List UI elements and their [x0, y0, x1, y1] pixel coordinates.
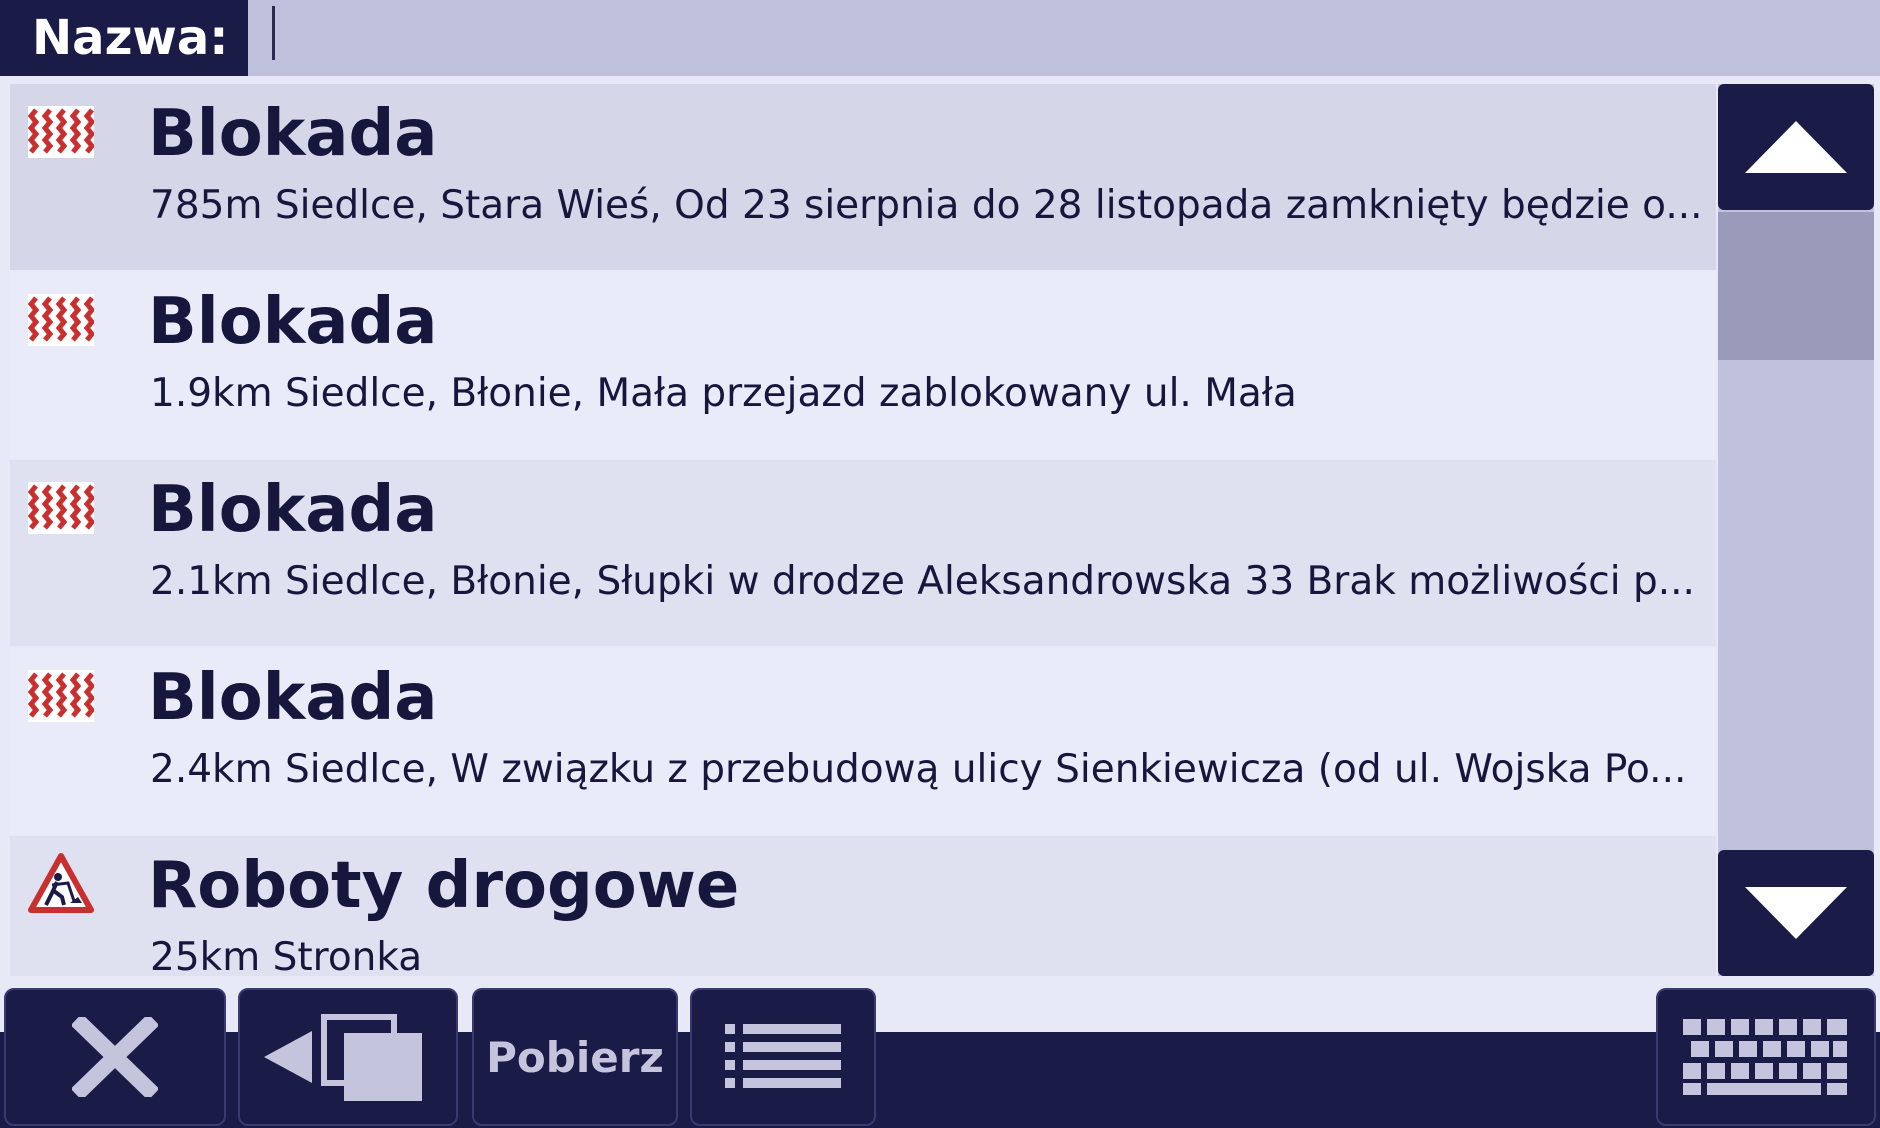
- item-title: Roboty drogowe: [148, 849, 740, 923]
- item-description: 785m Siedlce, Stara Wieś, Od 23 sierpnia…: [150, 183, 1703, 228]
- download-button[interactable]: Pobierz: [472, 988, 678, 1126]
- item-description: 1.9km Siedlce, Błonie, Mała przejazd zab…: [150, 371, 1297, 416]
- scroll-up-button[interactable]: [1718, 84, 1874, 210]
- triangle-down-icon: [1745, 887, 1847, 939]
- roadworks-icon: [28, 853, 94, 913]
- triangle-up-icon: [1745, 121, 1847, 173]
- name-label: Nazwa:: [0, 0, 248, 76]
- name-search-bar: Nazwa:: [0, 0, 1880, 76]
- item-title: Blokada: [148, 661, 438, 735]
- road-block-icon: [28, 294, 94, 346]
- scroll-down-button[interactable]: [1718, 850, 1874, 976]
- road-block-icon: [28, 106, 94, 158]
- list-icon: [725, 1024, 841, 1088]
- item-title: Blokada: [148, 473, 438, 547]
- traffic-event-list: Blokada 785m Siedlce, Stara Wieś, Od 23 …: [10, 84, 1716, 976]
- item-description: 2.1km Siedlce, Błonie, Słupki w drodze A…: [150, 559, 1695, 604]
- keyboard-button[interactable]: [1656, 988, 1876, 1126]
- item-description: 25km Stronka: [150, 935, 423, 976]
- back-windows-icon: [264, 1014, 422, 1101]
- list-item[interactable]: Blokada 2.1km Siedlce, Błonie, Słupki w …: [10, 460, 1716, 646]
- download-button-label: Pobierz: [486, 1032, 664, 1082]
- list-item[interactable]: Blokada 2.4km Siedlce, W związku z przeb…: [10, 648, 1716, 834]
- road-block-icon: [28, 670, 94, 722]
- item-title: Blokada: [148, 97, 438, 171]
- item-title: Blokada: [148, 285, 438, 359]
- back-button[interactable]: [238, 988, 458, 1126]
- scrollbar-thumb[interactable]: [1718, 212, 1874, 360]
- bottom-toolbar: Pobierz: [0, 986, 1880, 1128]
- list-item[interactable]: Roboty drogowe 25km Stronka: [10, 836, 1716, 976]
- road-block-icon: [28, 482, 94, 534]
- keyboard-icon: [1683, 1019, 1847, 1095]
- list-item[interactable]: Blokada 1.9km Siedlce, Błonie, Mała prze…: [10, 272, 1716, 458]
- close-icon: [72, 1017, 158, 1097]
- text-caret: [272, 6, 275, 60]
- list-item[interactable]: Blokada 785m Siedlce, Stara Wieś, Od 23 …: [10, 84, 1716, 270]
- list-view-button[interactable]: [690, 988, 876, 1126]
- close-button[interactable]: [4, 988, 226, 1126]
- list-scrollbar[interactable]: [1718, 84, 1874, 976]
- item-description: 2.4km Siedlce, W związku z przebudową ul…: [150, 747, 1687, 792]
- name-input[interactable]: [248, 0, 1880, 76]
